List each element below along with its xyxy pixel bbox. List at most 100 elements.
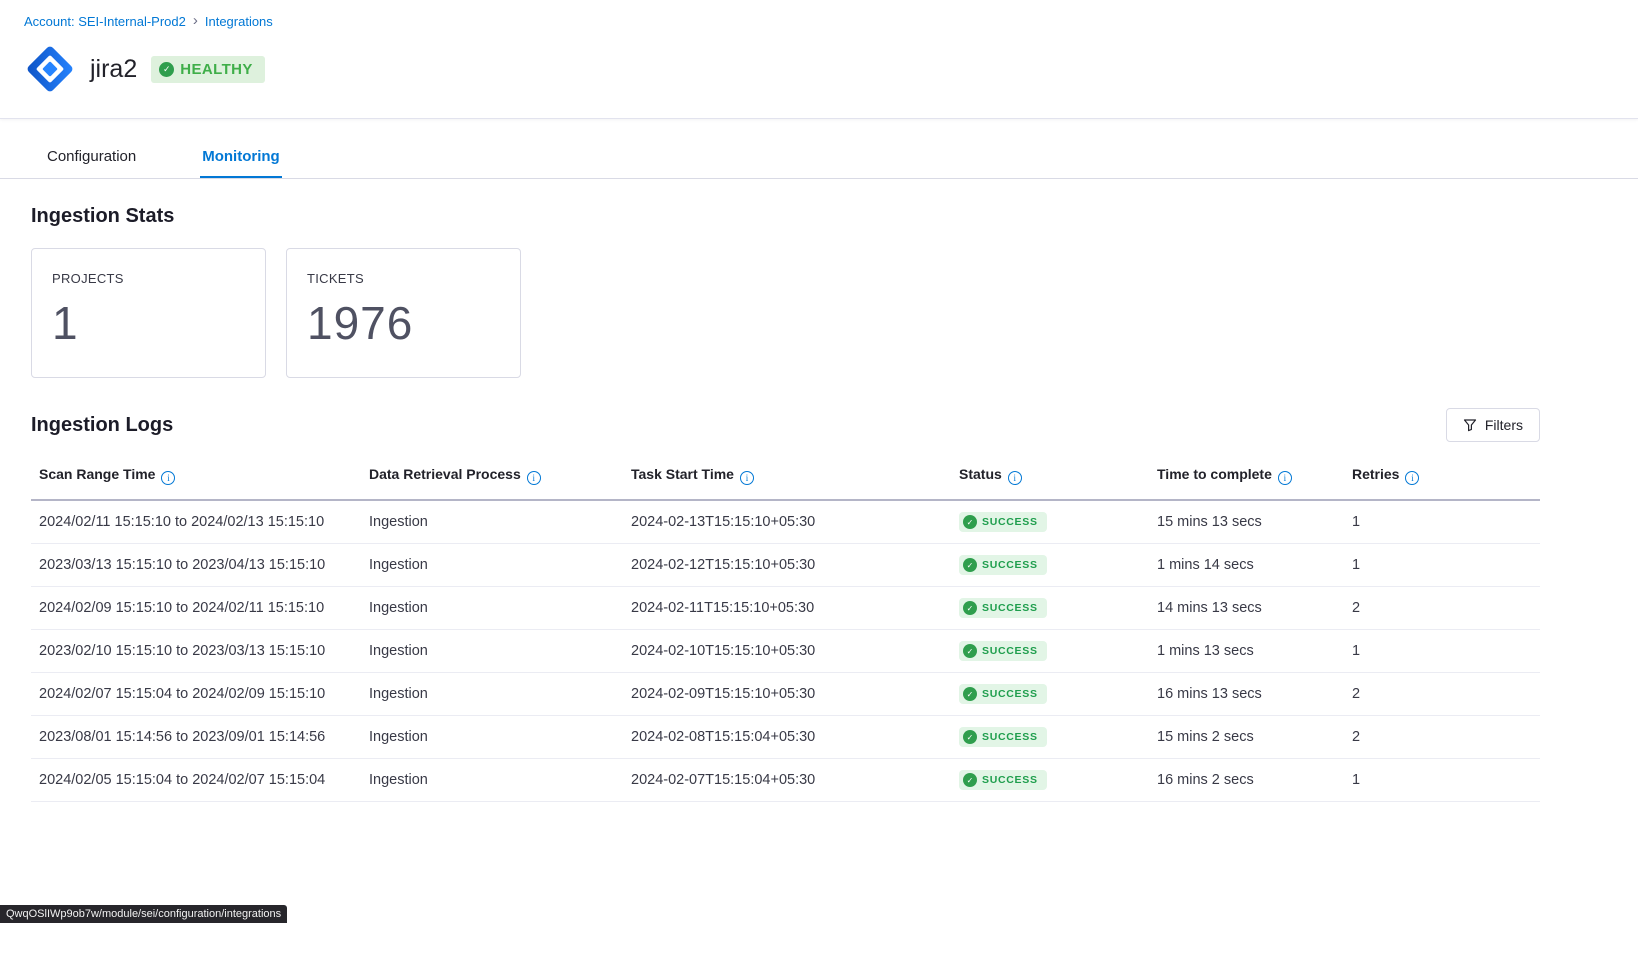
cell-task-start: 2024-02-12T15:15:10+05:30 [623,544,951,587]
stat-card-value: 1976 [307,296,500,350]
stat-card-projects: PROJECTS 1 [31,248,266,378]
cell-process: Ingestion [361,673,623,716]
info-icon[interactable]: i [1405,471,1419,485]
cell-retries: 1 [1344,500,1540,544]
column-header-label: Task Start Time [631,466,734,482]
health-status-label: HEALTHY [180,61,253,78]
cell-time-to-complete: 1 mins 14 secs [1149,544,1344,587]
check-circle-icon: ✓ [963,558,977,572]
status-badge: ✓ SUCCESS [959,770,1047,790]
stat-card-value: 1 [52,296,245,350]
breadcrumb-account-link[interactable]: Account: SEI-Internal-Prod2 [24,14,186,29]
column-header-label: Data Retrieval Process [369,466,521,482]
cell-scan-range: 2023/03/13 15:15:10 to 2023/04/13 15:15:… [31,544,361,587]
cell-process: Ingestion [361,630,623,673]
cell-time-to-complete: 15 mins 2 secs [1149,716,1344,759]
table-row[interactable]: 2023/02/10 15:15:10 to 2023/03/13 15:15:… [31,630,1540,673]
column-header-label: Scan Range Time [39,466,155,482]
cell-scan-range: 2024/02/11 15:15:10 to 2024/02/13 15:15:… [31,500,361,544]
ingestion-logs-table: Scan Range TimeiData Retrieval ProcessiT… [31,456,1540,802]
status-badge-label: SUCCESS [982,559,1038,571]
cell-time-to-complete: 15 mins 13 secs [1149,500,1344,544]
cell-process: Ingestion [361,500,623,544]
status-badge: ✓ SUCCESS [959,641,1047,661]
status-badge: ✓ SUCCESS [959,684,1047,704]
cell-time-to-complete: 16 mins 13 secs [1149,673,1344,716]
logs-table-body: 2024/02/11 15:15:10 to 2024/02/13 15:15:… [31,500,1540,802]
tab-monitoring[interactable]: Monitoring [200,135,281,178]
cell-task-start: 2024-02-09T15:15:10+05:30 [623,673,951,716]
column-header-label: Retries [1352,466,1399,482]
column-header-task-start-time: Task Start Time i [623,456,951,500]
table-row[interactable]: 2024/02/11 15:15:10 to 2024/02/13 15:15:… [31,500,1540,544]
table-row[interactable]: 2023/03/13 15:15:10 to 2023/04/13 15:15:… [31,544,1540,587]
cell-time-to-complete: 16 mins 2 secs [1149,759,1344,802]
cell-scan-range: 2023/08/01 15:14:56 to 2023/09/01 15:14:… [31,716,361,759]
cell-task-start: 2024-02-08T15:15:04+05:30 [623,716,951,759]
column-header-time-to-complete: Time to complete i [1149,456,1344,500]
status-badge-label: SUCCESS [982,602,1038,614]
check-circle-icon: ✓ [963,601,977,615]
health-status-badge: ✓ HEALTHY [151,56,265,83]
status-badge-label: SUCCESS [982,731,1038,743]
status-badge: ✓ SUCCESS [959,555,1047,575]
breadcrumb-integrations-link[interactable]: Integrations [205,14,273,29]
tab-bar: Configuration Monitoring [0,135,1638,179]
cell-time-to-complete: 1 mins 13 secs [1149,630,1344,673]
status-badge: ✓ SUCCESS [959,727,1047,747]
cell-task-start: 2024-02-10T15:15:10+05:30 [623,630,951,673]
column-header-retries: Retries i [1344,456,1540,500]
cell-retries: 1 [1344,759,1540,802]
table-row[interactable]: 2023/08/01 15:14:56 to 2023/09/01 15:14:… [31,716,1540,759]
column-header-data-retrieval-process: Data Retrieval Process i [361,456,623,500]
column-header-status: Statusi [951,456,1149,500]
status-badge: ✓ SUCCESS [959,598,1047,618]
cell-retries: 2 [1344,587,1540,630]
cell-time-to-complete: 14 mins 13 secs [1149,587,1344,630]
check-circle-icon: ✓ [963,730,977,744]
cell-process: Ingestion [361,716,623,759]
column-header-label: Time to complete [1157,466,1272,482]
stat-cards: PROJECTS 1 TICKETS 1976 [31,248,1540,378]
cell-task-start: 2024-02-13T15:15:10+05:30 [623,500,951,544]
stat-card-tickets: TICKETS 1976 [286,248,521,378]
cell-retries: 2 [1344,716,1540,759]
column-header-label: Status [959,466,1002,482]
info-icon[interactable]: i [527,471,541,485]
check-circle-icon: ✓ [963,644,977,658]
cell-scan-range: 2024/02/07 15:15:04 to 2024/02/09 15:15:… [31,673,361,716]
integration-title-row: jira2 ✓ HEALTHY [24,43,1614,95]
check-circle-icon: ✓ [159,62,174,77]
check-circle-icon: ✓ [963,687,977,701]
status-badge-label: SUCCESS [982,645,1038,657]
cell-scan-range: 2024/02/09 15:15:10 to 2024/02/11 15:15:… [31,587,361,630]
cell-retries: 1 [1344,630,1540,673]
table-row[interactable]: 2024/02/07 15:15:04 to 2024/02/09 15:15:… [31,673,1540,716]
status-badge: ✓ SUCCESS [959,512,1047,532]
info-icon[interactable]: i [161,471,175,485]
cell-retries: 1 [1344,544,1540,587]
logs-header-row: Scan Range TimeiData Retrieval ProcessiT… [31,456,1540,500]
info-icon[interactable]: i [1278,471,1292,485]
ingestion-stats-title: Ingestion Stats [31,205,1540,228]
table-row[interactable]: 2024/02/05 15:15:04 to 2024/02/07 15:15:… [31,759,1540,802]
status-badge-label: SUCCESS [982,516,1038,528]
cell-retries: 2 [1344,673,1540,716]
filters-button[interactable]: Filters [1446,408,1540,442]
tab-configuration[interactable]: Configuration [45,135,138,178]
cell-task-start: 2024-02-11T15:15:10+05:30 [623,587,951,630]
cell-process: Ingestion [361,544,623,587]
info-icon[interactable]: i [1008,471,1022,485]
check-circle-icon: ✓ [963,515,977,529]
jira-logo-icon [24,43,76,95]
cell-scan-range: 2024/02/05 15:15:04 to 2024/02/07 15:15:… [31,759,361,802]
breadcrumb: Account: SEI-Internal-Prod2 › Integratio… [24,14,1614,29]
chevron-right-icon: › [193,13,198,28]
info-icon[interactable]: i [740,471,754,485]
table-row[interactable]: 2024/02/09 15:15:10 to 2024/02/11 15:15:… [31,587,1540,630]
cell-task-start: 2024-02-07T15:15:04+05:30 [623,759,951,802]
status-badge-label: SUCCESS [982,688,1038,700]
ingestion-logs-title: Ingestion Logs [31,414,173,437]
stat-card-label: TICKETS [307,271,500,286]
status-badge-label: SUCCESS [982,774,1038,786]
